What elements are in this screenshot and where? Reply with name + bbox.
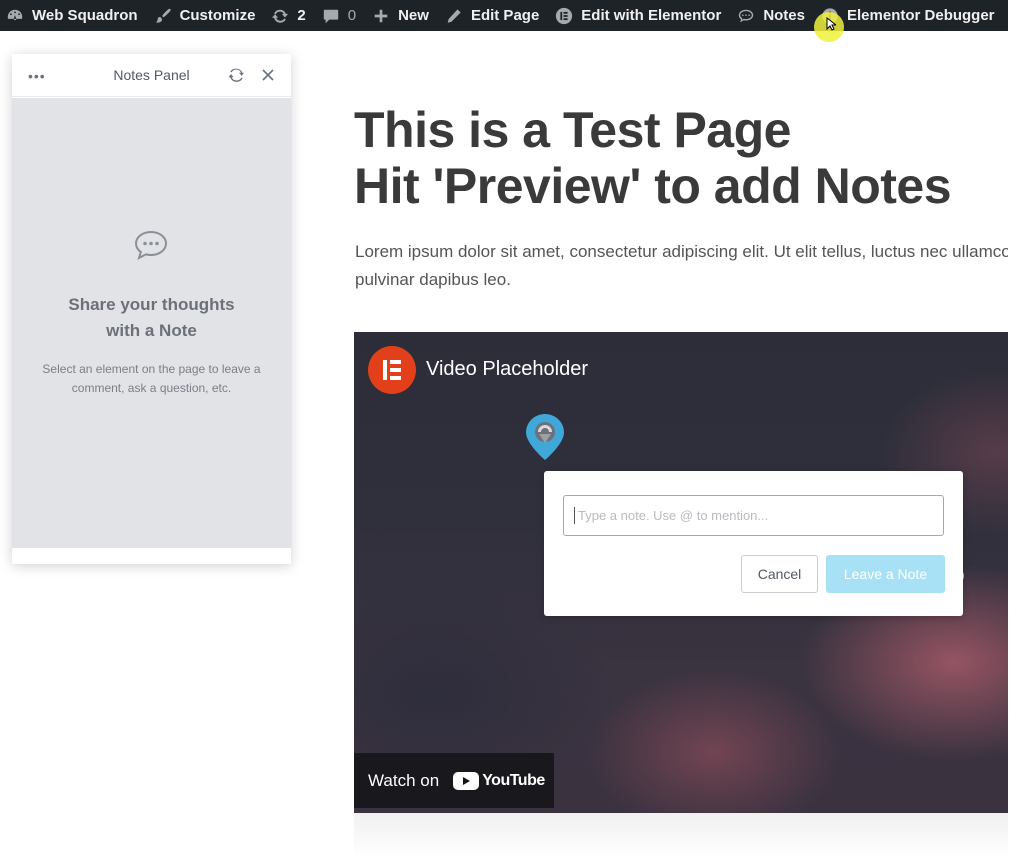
comment-icon — [323, 9, 338, 23]
cursor-arrow-icon — [826, 17, 836, 31]
note-input[interactable] — [563, 495, 944, 536]
new-item[interactable]: New — [366, 0, 439, 31]
note-form-popup: Cancel Leave a Note — [544, 471, 963, 616]
paintbrush-icon — [155, 8, 171, 23]
empty-title-line2: with a Note — [106, 321, 197, 340]
lorem-line2: pulvinar dapibus leo. — [355, 270, 511, 289]
elementor-icon — [556, 7, 573, 24]
heading-line2: Hit 'Preview' to add Notes — [354, 158, 952, 214]
customize-item[interactable]: Customize — [148, 0, 266, 31]
video-shadow — [354, 813, 1008, 857]
plus-icon — [374, 9, 388, 22]
speech-bubble-icon — [739, 9, 754, 22]
admin-bar: Web Squadron Customize 2 0 New Edit Page… — [0, 0, 1008, 31]
notes-item[interactable]: Notes — [731, 0, 815, 31]
youtube-play-icon — [453, 771, 480, 790]
site-name-item[interactable]: Web Squadron — [0, 0, 148, 31]
youtube-wordmark: YouTube — [482, 771, 545, 789]
notes-panel-header: ••• Notes Panel — [12, 54, 291, 97]
notes-panel: ••• Notes Panel Share your thoughts with… — [12, 54, 291, 564]
updates-count: 2 — [297, 7, 306, 24]
leave-note-button[interactable]: Leave a Note — [826, 555, 945, 593]
empty-desc-line1: Select an element on the page to leave a — [42, 362, 261, 376]
edit-with-elementor-item[interactable]: Edit with Elementor — [549, 0, 731, 31]
pencil-icon — [447, 8, 461, 23]
lorem-line1: Lorem ipsum dolor sit amet, consectetur … — [355, 242, 1008, 261]
elementor-debugger-label: Elementor Debugger — [847, 7, 995, 24]
text-caret — [574, 507, 575, 524]
notes-label: Notes — [763, 7, 805, 24]
empty-state-title: Share your thoughts with a Note — [12, 292, 291, 344]
updates-icon — [272, 9, 289, 23]
empty-desc-line2: comment, ask a question, etc. — [71, 381, 232, 395]
note-pin-icon[interactable] — [524, 412, 566, 462]
comments-count: 0 — [347, 7, 357, 24]
empty-state-description: Select an element on the page to leave a… — [30, 360, 273, 398]
watch-on-youtube-bar[interactable]: Watch on YouTube — [354, 753, 554, 808]
watch-on-label: Watch on — [368, 770, 440, 790]
chat-bubble-icon — [134, 230, 168, 260]
heading-line1: This is a Test Page — [354, 102, 791, 158]
dashboard-icon — [7, 9, 23, 20]
edit-page-item[interactable]: Edit Page — [439, 0, 549, 31]
elementor-icon — [383, 360, 401, 380]
notes-panel-title: Notes Panel — [113, 67, 190, 83]
customize-label: Customize — [179, 7, 256, 24]
elementor-logo — [368, 346, 416, 394]
notes-panel-body: Share your thoughts with a Note Select a… — [12, 98, 291, 548]
right-gutter — [1008, 0, 1024, 857]
cancel-button[interactable]: Cancel — [741, 555, 818, 593]
comments-item[interactable]: 0 — [316, 0, 366, 31]
edit-page-label: Edit Page — [470, 7, 540, 24]
lorem-paragraph: Lorem ipsum dolor sit amet, consectetur … — [355, 238, 1008, 294]
page-heading: This is a Test Page Hit 'Preview' to add… — [354, 102, 1008, 214]
edit-with-elementor-label: Edit with Elementor — [581, 7, 722, 24]
video-title: Video Placeholder — [426, 358, 588, 380]
refresh-icon[interactable] — [228, 67, 244, 83]
site-name-label: Web Squadron — [32, 7, 138, 24]
close-icon[interactable] — [260, 67, 276, 83]
youtube-logo: YouTube — [453, 771, 545, 790]
new-label: New — [398, 7, 429, 24]
empty-title-line1: Share your thoughts — [68, 295, 235, 314]
updates-item[interactable]: 2 — [265, 0, 315, 31]
